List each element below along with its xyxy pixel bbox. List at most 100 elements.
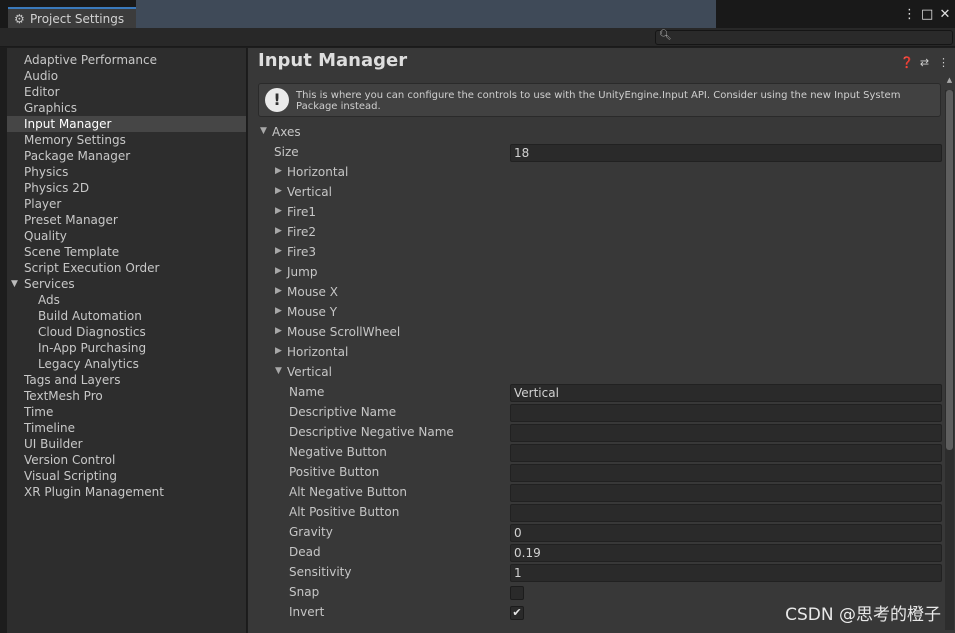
- property-field[interactable]: 0.19: [510, 544, 942, 562]
- close-icon[interactable]: ✕: [939, 8, 951, 22]
- sidebar-item[interactable]: Audio: [7, 68, 246, 84]
- axis-item[interactable]: ▶ Fire2: [248, 223, 955, 243]
- axis-item[interactable]: ▶ Fire3: [248, 243, 955, 263]
- help-icon[interactable]: ❓: [900, 56, 914, 69]
- axes-foldout[interactable]: ▼ Axes: [248, 123, 955, 143]
- expand-arrow-icon[interactable]: ▶: [275, 346, 282, 356]
- axis-property[interactable]: Positive Button: [248, 463, 955, 483]
- axis-item[interactable]: ▶ Mouse Y: [248, 303, 955, 323]
- scroll-up-icon[interactable]: ▲: [945, 76, 954, 88]
- sidebar-item-label: XR Plugin Management: [24, 485, 164, 499]
- info-icon: !: [265, 88, 289, 112]
- sidebar-item[interactable]: In-App Purchasing: [7, 340, 246, 356]
- input-manager-panel: Input Manager ❓ ⇄ ⋮ ! This is where you …: [248, 48, 955, 633]
- sidebar-item[interactable]: Editor: [7, 84, 246, 100]
- expand-arrow-icon[interactable]: ▶: [275, 286, 282, 296]
- axis-item[interactable]: ▶ Fire1: [248, 203, 955, 223]
- sidebar-item-label: Package Manager: [24, 149, 131, 163]
- axis-property[interactable]: Gravity 0: [248, 523, 955, 543]
- sidebar-item-label: Ads: [38, 293, 60, 307]
- size-row[interactable]: Size 18: [248, 143, 955, 163]
- axis-item[interactable]: ▶ Horizontal: [248, 163, 955, 183]
- expand-arrow-icon[interactable]: ▶: [275, 206, 282, 216]
- property-field[interactable]: 18: [510, 144, 942, 162]
- axis-item[interactable]: ▶ Jump: [248, 263, 955, 283]
- property-field[interactable]: [510, 504, 942, 522]
- sidebar-item[interactable]: Cloud Diagnostics: [7, 324, 246, 340]
- property-label: Name: [289, 385, 325, 399]
- sidebar-item[interactable]: Input Manager: [7, 116, 246, 132]
- property-field[interactable]: [510, 404, 942, 422]
- sidebar-item[interactable]: Script Execution Order: [7, 260, 246, 276]
- axis-property[interactable]: Descriptive Negative Name: [248, 423, 955, 443]
- expand-arrow-icon[interactable]: ▶: [275, 246, 282, 256]
- axis-item[interactable]: ▶ Mouse X: [248, 283, 955, 303]
- checkbox-checked[interactable]: ✔: [510, 606, 524, 620]
- sidebar-item[interactable]: Timeline: [7, 420, 246, 436]
- sidebar-item[interactable]: UI Builder: [7, 436, 246, 452]
- axis-property[interactable]: Alt Negative Button: [248, 483, 955, 503]
- search-input[interactable]: 🔍︎: [655, 30, 953, 45]
- sidebar-item[interactable]: Physics: [7, 164, 246, 180]
- property-field[interactable]: 1: [510, 564, 942, 582]
- property-field[interactable]: [510, 444, 942, 462]
- property-label: Alt Negative Button: [289, 485, 407, 499]
- property-field[interactable]: [510, 464, 942, 482]
- axis-property[interactable]: Dead 0.19: [248, 543, 955, 563]
- sidebar-item[interactable]: Graphics: [7, 100, 246, 116]
- collapse-arrow-icon[interactable]: ▼: [260, 126, 267, 136]
- property-field[interactable]: 0: [510, 524, 942, 542]
- sidebar-item-label: Audio: [24, 69, 59, 83]
- preset-icon[interactable]: ⇄: [919, 56, 930, 69]
- expand-arrow-icon[interactable]: ▶: [275, 186, 282, 196]
- property-label: Dead: [289, 545, 321, 559]
- expand-arrow-icon[interactable]: ▶: [275, 226, 282, 236]
- sidebar-item[interactable]: Memory Settings: [7, 132, 246, 148]
- sidebar-item[interactable]: ▼ Services: [7, 276, 246, 292]
- scrollbar-thumb[interactable]: [946, 90, 953, 450]
- expand-arrow-icon[interactable]: ▶: [275, 326, 282, 336]
- sidebar-item[interactable]: Physics 2D: [7, 180, 246, 196]
- expand-arrow-icon[interactable]: ▼: [11, 276, 18, 292]
- expand-arrow-icon[interactable]: ▶: [275, 306, 282, 316]
- property-field[interactable]: Vertical: [510, 384, 942, 402]
- sidebar-item[interactable]: Preset Manager: [7, 212, 246, 228]
- expand-arrow-icon[interactable]: ▶: [275, 266, 282, 276]
- sidebar-item[interactable]: Visual Scripting: [7, 468, 246, 484]
- info-box: ! This is where you can configure the co…: [258, 83, 941, 117]
- expand-arrow-icon[interactable]: ▶: [275, 166, 282, 176]
- collapse-arrow-icon[interactable]: ▼: [275, 366, 282, 376]
- axis-item[interactable]: ▶ Vertical: [248, 183, 955, 203]
- sidebar-item[interactable]: Adaptive Performance: [7, 52, 246, 68]
- property-field[interactable]: [510, 484, 942, 502]
- sidebar-item[interactable]: Quality: [7, 228, 246, 244]
- sidebar-item[interactable]: Ads: [7, 292, 246, 308]
- more-options-icon[interactable]: ⋮: [903, 8, 916, 22]
- sidebar-item[interactable]: Legacy Analytics: [7, 356, 246, 372]
- sidebar-item[interactable]: Player: [7, 196, 246, 212]
- axis-property[interactable]: Negative Button: [248, 443, 955, 463]
- property-field[interactable]: [510, 424, 942, 442]
- property-label: Invert: [289, 605, 325, 619]
- sidebar-item[interactable]: Scene Template: [7, 244, 246, 260]
- axis-item[interactable]: ▶ Horizontal: [248, 343, 955, 363]
- sidebar-item[interactable]: Tags and Layers: [7, 372, 246, 388]
- axis-item-expanded[interactable]: ▼ Vertical: [248, 363, 955, 383]
- more-options-icon[interactable]: ⋮: [938, 56, 949, 69]
- sidebar-item[interactable]: TextMesh Pro: [7, 388, 246, 404]
- axis-property[interactable]: Name Vertical: [248, 383, 955, 403]
- axis-property[interactable]: Sensitivity 1: [248, 563, 955, 583]
- sidebar-item[interactable]: Time: [7, 404, 246, 420]
- maximize-icon[interactable]: □: [921, 8, 933, 22]
- checkbox[interactable]: [510, 586, 524, 600]
- tab-project-settings[interactable]: ⚙ Project Settings: [8, 7, 136, 28]
- sidebar-item-label: Scene Template: [24, 245, 120, 259]
- axis-item[interactable]: ▶ Mouse ScrollWheel: [248, 323, 955, 343]
- axis-property[interactable]: Alt Positive Button: [248, 503, 955, 523]
- sidebar-item[interactable]: XR Plugin Management: [7, 484, 246, 500]
- sidebar-item[interactable]: Package Manager: [7, 148, 246, 164]
- sidebar-item[interactable]: Version Control: [7, 452, 246, 468]
- scrollbar[interactable]: [945, 90, 954, 630]
- axis-property[interactable]: Descriptive Name: [248, 403, 955, 423]
- sidebar-item[interactable]: Build Automation: [7, 308, 246, 324]
